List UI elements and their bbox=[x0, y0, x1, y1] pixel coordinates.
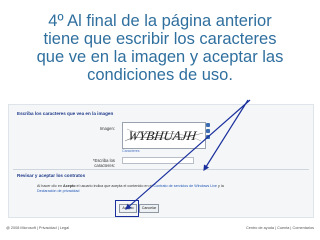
pointer-arrows bbox=[125, 99, 251, 210]
footer-left[interactable]: @ 2008 Microsoft | Privacidad | Legal bbox=[6, 226, 69, 230]
footer-right[interactable]: Centro de ayuda | Cuenta | Comentarios bbox=[246, 226, 314, 230]
arrow-to-accept bbox=[125, 99, 251, 210]
